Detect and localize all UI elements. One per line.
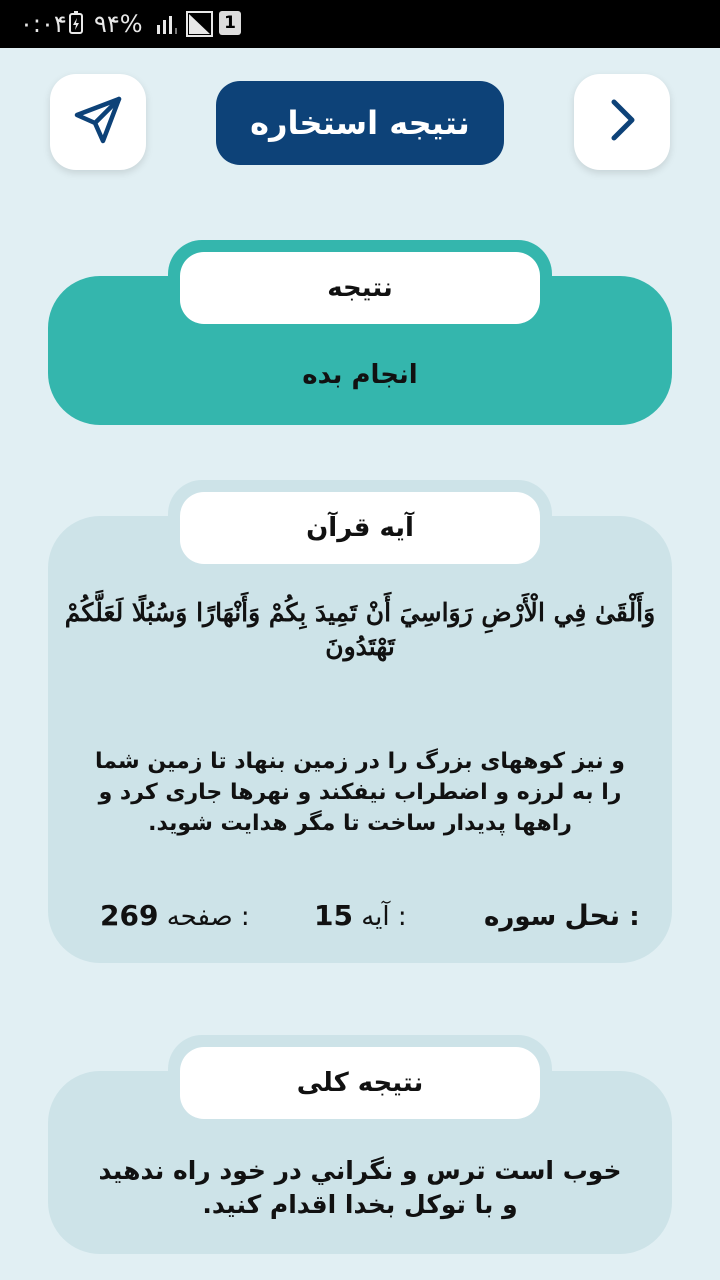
verse-translation: و نیز کوههای بزرگ را در زمین بنهاد تا زم…: [95, 749, 625, 836]
chevron-right-icon: [602, 96, 642, 148]
ayah-label: آیه :: [361, 902, 407, 932]
result-value: انجام بده: [302, 360, 418, 390]
result-label: نتیجه: [180, 252, 540, 324]
status-bar: ۰:۰۴ ۹۴% 1: [0, 0, 720, 48]
sim-badge: 1: [219, 11, 241, 35]
surah-ref: نحل سوره :: [484, 896, 640, 936]
battery-percent: ۹۴%: [94, 10, 143, 38]
battery-icon: [68, 11, 84, 42]
page-title: نتیجه استخاره: [216, 81, 504, 165]
verse-label: آیه قرآن: [180, 492, 540, 564]
summary-text: خوب است ترس و نگراني در خود راه ندهید و …: [98, 1156, 622, 1219]
back-button[interactable]: [574, 74, 670, 170]
page-ref: 269 صفحه :: [100, 896, 250, 936]
status-time: ۰:۰۴: [20, 10, 67, 38]
summary-label: نتیجه کلی: [180, 1047, 540, 1119]
verse-arabic-text: وَأَلْقَىٰ فِي الْأَرْضِ رَوَاسِيَ أَنْ …: [64, 598, 656, 661]
page-label: صفحه :: [166, 902, 250, 932]
surah-value: نحل: [564, 899, 621, 932]
page-value: 269: [100, 899, 159, 932]
ayah-value: 15: [314, 899, 353, 932]
signal-strength-icon: [186, 11, 214, 44]
ayah-ref: 15 آیه :: [314, 896, 407, 936]
share-button[interactable]: [50, 74, 146, 170]
send-icon: [71, 93, 125, 151]
signal-icon: [156, 12, 182, 42]
